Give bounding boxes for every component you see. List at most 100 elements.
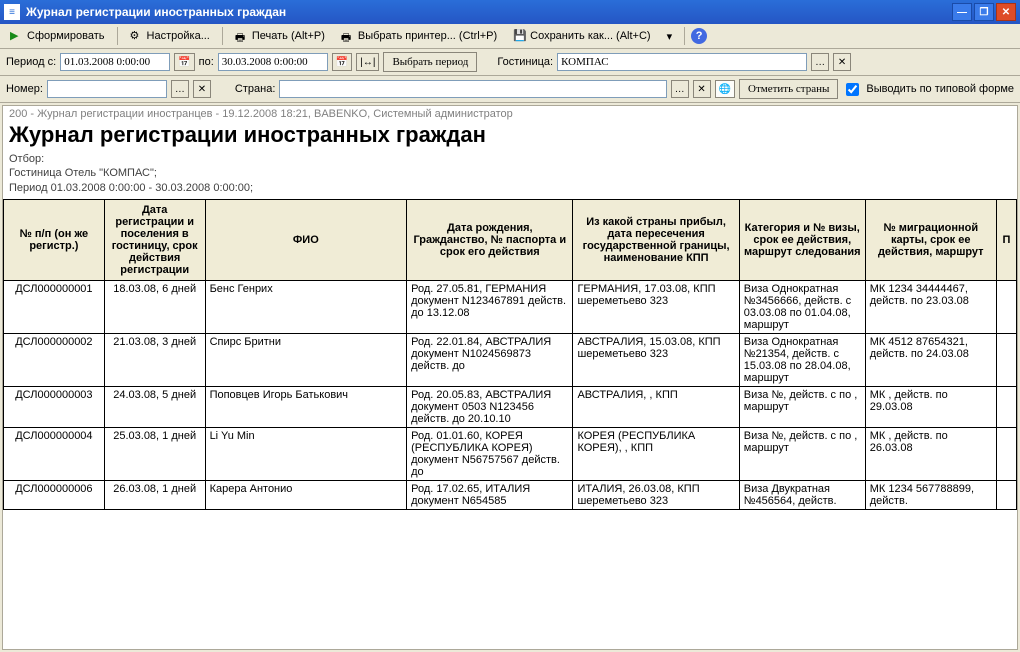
dropdown-button[interactable]: ▾ (661, 27, 679, 46)
cell: Род. 27.05.81, ГЕРМАНИЯ документ N123467… (407, 280, 573, 333)
hotel-label: Гостиница: (497, 56, 553, 68)
generate-button[interactable]: ▶ Сформировать (4, 26, 111, 46)
cell: Бенс Генрих (205, 280, 407, 333)
cell: Род. 22.01.84, АВСТРАЛИЯ документ N10245… (407, 333, 573, 386)
filter-line: Период 01.03.2008 0:00:00 - 30.03.2008 0… (9, 181, 1011, 195)
period-from-input[interactable] (60, 53, 170, 71)
country-clear-button[interactable]: ✕ (693, 80, 711, 98)
window-title: Журнал регистрации иностранных граждан (26, 5, 286, 19)
filter-line: Отбор: (9, 152, 1011, 166)
col-from: Из какой страны прибыл, дата пересечения… (573, 199, 739, 280)
country-label: Страна: (235, 83, 275, 95)
calendar-to-button[interactable]: 📅 (332, 53, 352, 71)
play-icon: ▶ (10, 29, 24, 43)
cell: ДСЛ000000003 (4, 386, 105, 427)
col-regdate: Дата регистрации и поселения в гостиницу… (104, 199, 205, 280)
table-row[interactable]: ДСЛ00000000626.03.08, 1 днейКарера Антон… (4, 480, 1017, 509)
close-button[interactable]: ✕ (996, 3, 1016, 21)
col-number: № п/п (он же регистр.) (4, 199, 105, 280)
number-clear-button[interactable]: ✕ (193, 80, 211, 98)
print-button[interactable]: 🖶 Печать (Alt+P) (229, 26, 331, 46)
cell: ДСЛ000000004 (4, 427, 105, 480)
filter-line: Гостиница Отель "КОМПАС"; (9, 166, 1011, 180)
col-migcard: № миграционной карты, срок ее действия, … (865, 199, 996, 280)
generate-label: Сформировать (27, 30, 105, 42)
col-visa: Категория и № визы, срок ее действия, ма… (739, 199, 865, 280)
cell: ДСЛ000000006 (4, 480, 105, 509)
period-from-label: Период с: (6, 56, 56, 68)
cell: 18.03.08, 6 дней (104, 280, 205, 333)
cell: ДСЛ000000001 (4, 280, 105, 333)
cell (996, 480, 1016, 509)
cell: 24.03.08, 5 дней (104, 386, 205, 427)
report-title: Журнал регистрации иностранных граждан (3, 122, 1017, 152)
table-row[interactable]: ДСЛ00000000324.03.08, 5 днейПоповцев Иго… (4, 386, 1017, 427)
filter-row: Номер: … ✕ Страна: … ✕ 🌐 Отметить страны… (0, 76, 1020, 103)
title-bar: ≡ Журнал регистрации иностранных граждан… (0, 0, 1020, 24)
table-row[interactable]: ДСЛ00000000118.03.08, 6 днейБенс ГенрихР… (4, 280, 1017, 333)
cell: Карера Антонио (205, 480, 407, 509)
country-input[interactable] (279, 80, 666, 98)
cell: МК 1234 34444467, действ. по 23.03.08 (865, 280, 996, 333)
cell: ИТАЛИЯ, 26.03.08, КПП шереметьево 323 (573, 480, 739, 509)
cell: МК 4512 87654321, действ. по 24.03.08 (865, 333, 996, 386)
cell (996, 386, 1016, 427)
save-as-label: Сохранить как... (Alt+C) (530, 30, 650, 42)
mark-countries-label: Отметить страны (748, 83, 829, 95)
report-area: 200 - Журнал регистрации иностранцев - 1… (2, 105, 1018, 650)
minimize-button[interactable]: — (952, 3, 972, 21)
cell: Род. 17.02.65, ИТАЛИЯ документ N654585 (407, 480, 573, 509)
col-birth: Дата рождения, Гражданство, № паспорта и… (407, 199, 573, 280)
number-label: Номер: (6, 83, 43, 95)
number-input[interactable] (47, 80, 167, 98)
period-to-input[interactable] (218, 53, 328, 71)
help-icon[interactable]: ? (691, 28, 707, 44)
table-row[interactable]: ДСЛ00000000425.03.08, 1 днейLi Yu MinРод… (4, 427, 1017, 480)
country-more-button[interactable]: … (671, 80, 689, 98)
report-meta: 200 - Журнал регистрации иностранцев - 1… (3, 106, 1017, 122)
globe-button[interactable]: 🌐 (715, 80, 735, 98)
settings-button[interactable]: ⚙ Настройка... (124, 26, 216, 46)
gear-icon: ⚙ (130, 29, 144, 43)
main-toolbar: ▶ Сформировать ⚙ Настройка... 🖶 Печать (… (0, 24, 1020, 49)
maximize-button[interactable]: ❐ (974, 3, 994, 21)
hotel-more-button[interactable]: … (811, 53, 829, 71)
cell: Поповцев Игорь Батькович (205, 386, 407, 427)
cell (996, 427, 1016, 480)
select-period-label: Выбрать период (392, 56, 468, 68)
hotel-clear-button[interactable]: ✕ (833, 53, 851, 71)
output-typical-checkbox[interactable] (846, 83, 859, 96)
period-range-button[interactable]: |↔| (356, 53, 379, 71)
period-to-label: по: (199, 56, 214, 68)
cell: 25.03.08, 1 дней (104, 427, 205, 480)
cell: Род. 20.05.83, АВСТРАЛИЯ документ 0503 N… (407, 386, 573, 427)
table-row[interactable]: ДСЛ00000000221.03.08, 3 днейСпирс Бритни… (4, 333, 1017, 386)
calendar-from-button[interactable]: 📅 (174, 53, 194, 71)
select-period-button[interactable]: Выбрать период (383, 52, 477, 72)
cell: Спирс Бритни (205, 333, 407, 386)
floppy-icon: 💾 (513, 29, 527, 43)
data-table: № п/п (он же регистр.) Дата регистрации … (3, 199, 1017, 510)
cell: МК 1234 567788899, действ. (865, 480, 996, 509)
cell: Виза Однократная №21354, действ. с 15.03… (739, 333, 865, 386)
settings-label: Настройка... (147, 30, 210, 42)
mark-countries-button[interactable]: Отметить страны (739, 79, 838, 99)
col-fio: ФИО (205, 199, 407, 280)
cell: КОРЕЯ (РЕСПУБЛИКА КОРЕЯ), , КПП (573, 427, 739, 480)
table-header-row: № п/п (он же регистр.) Дата регистрации … (4, 199, 1017, 280)
number-more-button[interactable]: … (171, 80, 189, 98)
printer-select-icon: 🖶 (341, 29, 355, 43)
print-label: Печать (Alt+P) (252, 30, 325, 42)
save-as-button[interactable]: 💾 Сохранить как... (Alt+C) (507, 26, 656, 46)
report-filters: Отбор: Гостиница Отель "КОМПАС"; Период … (3, 152, 1017, 199)
printer-icon: 🖶 (235, 29, 249, 43)
hotel-input[interactable] (557, 53, 807, 71)
cell: Виза №, действ. с по , маршрут (739, 386, 865, 427)
cell: Род. 01.01.60, КОРЕЯ (РЕСПУБЛИКА КОРЕЯ) … (407, 427, 573, 480)
select-printer-button[interactable]: 🖶 Выбрать принтер... (Ctrl+P) (335, 26, 503, 46)
separator (684, 27, 685, 45)
app-icon: ≡ (4, 4, 20, 20)
select-printer-label: Выбрать принтер... (Ctrl+P) (358, 30, 497, 42)
cell: 26.03.08, 1 дней (104, 480, 205, 509)
cell: АВСТРАЛИЯ, 15.03.08, КПП шереметьево 323 (573, 333, 739, 386)
